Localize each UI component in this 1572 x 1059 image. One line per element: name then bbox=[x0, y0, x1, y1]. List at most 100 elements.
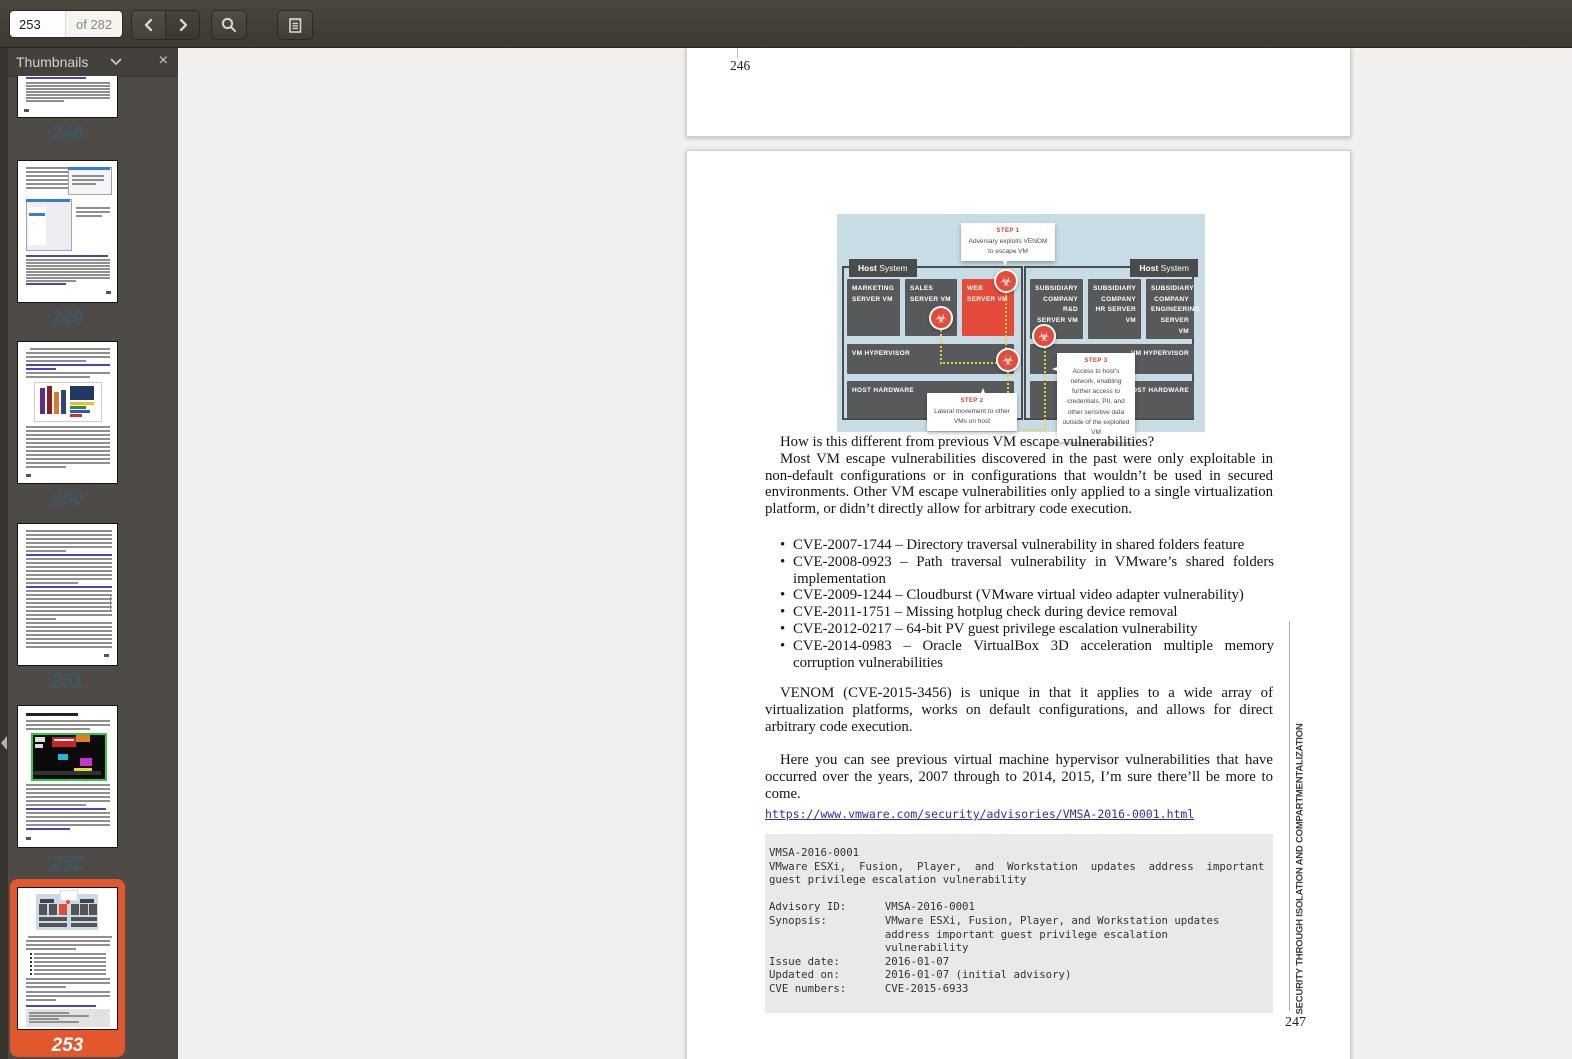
thumbnail-detail bbox=[54, 392, 59, 414]
thumbnail-detail bbox=[26, 187, 68, 189]
thumbnail-detail bbox=[34, 957, 106, 959]
thumbnail-detail bbox=[58, 754, 68, 760]
attack-path bbox=[1044, 347, 1046, 429]
thumbnail-detail bbox=[26, 995, 110, 997]
thumbnail-detail bbox=[26, 784, 110, 786]
thumbnail-detail bbox=[66, 900, 70, 904]
sidebar-collapse-handle[interactable] bbox=[1, 736, 7, 750]
thumbnail-detail bbox=[28, 936, 112, 938]
thumbnail-detail bbox=[26, 466, 66, 468]
thumbnail-detail bbox=[26, 816, 110, 818]
thumbnail-detail bbox=[26, 808, 106, 810]
thumbnail-detail bbox=[34, 965, 106, 967]
thumbnail-detail bbox=[26, 534, 112, 536]
thumbnail-detail bbox=[26, 590, 112, 592]
thumbnail-page-253[interactable]: 253 bbox=[0, 887, 135, 1059]
thumbnail-detail bbox=[47, 386, 52, 414]
next-page-button[interactable] bbox=[165, 11, 199, 39]
thumbnail-detail bbox=[110, 594, 111, 610]
thumbnail-detail bbox=[26, 728, 90, 730]
sidebar-close-icon[interactable]: × bbox=[159, 51, 168, 71]
thumbnail-detail bbox=[26, 372, 110, 374]
thumbnail-detail bbox=[54, 739, 74, 741]
thumbnail-detail bbox=[26, 594, 112, 596]
vm-box-subsidiary-hr: SUBSIDIARY COMPANY HR SERVER VM bbox=[1088, 279, 1141, 339]
thumbnail-detail bbox=[26, 167, 68, 169]
thumbnail-detail bbox=[29, 1015, 89, 1017]
vm-box-marketing: MARKETING SERVER VM bbox=[847, 279, 900, 336]
thumbnail-detail bbox=[26, 724, 110, 726]
thumbnail-detail bbox=[26, 183, 68, 185]
thumbnail-page-252[interactable]: 252 bbox=[0, 705, 135, 877]
advisory-code-block: VMSA-2016-0001 VMware ESXi, Fusion, Play… bbox=[765, 834, 1273, 1013]
thumbnail-detail bbox=[26, 550, 66, 552]
thumbnail-detail bbox=[26, 364, 110, 366]
thumbnail-label: 252 bbox=[0, 853, 135, 877]
thumbnail-detail bbox=[26, 788, 110, 790]
thumbnail-detail bbox=[26, 828, 70, 830]
thumbnail-detail bbox=[26, 982, 110, 984]
thumbnail-page-248[interactable]: 248 bbox=[0, 76, 135, 147]
thumbnail-detail bbox=[26, 462, 110, 464]
chevron-down-icon[interactable] bbox=[110, 58, 122, 66]
thumbnail-detail bbox=[71, 923, 97, 927]
question-line: How is this different from previous VM e… bbox=[765, 434, 1273, 451]
thumbnail-page-250[interactable]: 250 bbox=[0, 341, 135, 513]
thumbnails-sidebar: Thumbnails × 248 249 250 251 252 253 bbox=[0, 48, 178, 1059]
previous-page-button[interactable] bbox=[132, 11, 165, 39]
thumbnail-detail bbox=[26, 368, 56, 370]
thumbnails-list[interactable]: 248 249 250 251 252 253 bbox=[0, 76, 178, 1059]
thumbnail-detail bbox=[71, 904, 79, 915]
thumbnail-detail bbox=[26, 796, 110, 798]
thumbnail-detail bbox=[30, 953, 32, 955]
toolbar: of 282 bbox=[0, 0, 1572, 48]
thumbnail-detail bbox=[70, 406, 86, 409]
paragraph: Most VM escape vulnerabilities discovere… bbox=[765, 451, 1273, 518]
advisory-link[interactable]: https://www.vmware.com/security/advisori… bbox=[765, 807, 1194, 821]
thumbnail-detail bbox=[26, 574, 112, 576]
thumbnail-detail bbox=[26, 175, 68, 177]
thumbnail-label: 250 bbox=[0, 489, 135, 513]
thumbnail-detail bbox=[89, 904, 97, 915]
attack-path bbox=[1005, 292, 1007, 356]
thumbnail-detail bbox=[26, 283, 66, 285]
thumbnail-detail bbox=[34, 973, 106, 975]
thumbnail-detail bbox=[26, 542, 112, 544]
thumbnail-detail bbox=[26, 554, 112, 556]
thumbnail-image bbox=[17, 887, 118, 1030]
page-number-input[interactable] bbox=[10, 11, 65, 37]
thumbnail-detail bbox=[26, 824, 110, 826]
annotations-button[interactable] bbox=[277, 10, 313, 40]
thumbnail-detail bbox=[26, 88, 110, 90]
thumbnail-detail bbox=[40, 388, 45, 414]
thumbnail-detail bbox=[26, 622, 112, 624]
thumbnail-detail bbox=[26, 948, 76, 950]
thumbnail-detail bbox=[68, 167, 110, 170]
thumbnail-image bbox=[17, 341, 118, 484]
document-view[interactable]: 246 Host System Host System MARKETING SE… bbox=[178, 48, 1572, 1059]
thumbnail-detail bbox=[71, 917, 97, 921]
thumbnail-page-249[interactable]: 249 bbox=[0, 160, 135, 332]
thumbnail-detail bbox=[29, 213, 45, 216]
thumbnail-detail bbox=[26, 450, 110, 452]
page-total-label: of 282 bbox=[65, 11, 122, 37]
thumbnail-detail bbox=[26, 618, 56, 620]
thumbnail-label: 248 bbox=[0, 123, 135, 147]
thumbnail-detail bbox=[26, 91, 110, 93]
cve-bullet-item: CVE-2009-1244 – Cloudburst (VMware virtu… bbox=[780, 587, 1274, 604]
thumbnail-detail bbox=[34, 961, 106, 963]
thumbnail-detail bbox=[26, 446, 110, 448]
thumbnail-detail bbox=[26, 360, 86, 362]
thumbnail-detail bbox=[26, 812, 110, 814]
search-button[interactable] bbox=[211, 10, 247, 40]
thumbnail-label: 249 bbox=[0, 308, 135, 332]
thumbnail-detail bbox=[29, 1018, 59, 1020]
thumbnail-detail bbox=[30, 348, 110, 350]
thumbnail-image bbox=[17, 160, 118, 303]
thumbnail-page-251[interactable]: 251 bbox=[0, 523, 135, 695]
thumbnail-detail bbox=[26, 804, 86, 806]
thumbnail-detail bbox=[26, 570, 112, 572]
thumbnail-detail bbox=[26, 820, 110, 822]
sidebar-title[interactable]: Thumbnails bbox=[16, 54, 88, 70]
thumbnail-detail bbox=[26, 199, 70, 202]
